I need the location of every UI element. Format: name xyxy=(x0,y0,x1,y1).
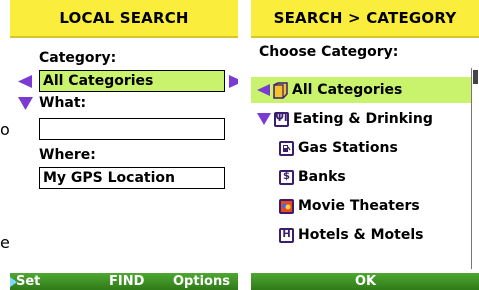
theater-masks-icon xyxy=(279,198,294,214)
search-category-title: SEARCH > CATEGORY xyxy=(251,0,479,38)
softkey-bar: OK xyxy=(251,273,479,290)
list-item-label: Gas Stations xyxy=(298,140,398,156)
scrollbar-thumb[interactable] xyxy=(473,70,478,84)
list-item-label: Movie Theaters xyxy=(298,198,420,214)
softkey-bar: Set FIND Options xyxy=(10,273,238,290)
list-item-all-categories[interactable]: All Categories xyxy=(251,77,471,103)
gas-pump-icon xyxy=(279,140,294,156)
local-search-screen: LOCAL SEARCH Category: All Categories Wh… xyxy=(10,0,238,290)
list-item-banks[interactable]: $ Banks xyxy=(251,164,479,190)
list-item-label: All Categories xyxy=(292,82,403,98)
softkey-set[interactable]: Set xyxy=(16,273,40,290)
arrow-left-icon xyxy=(257,84,270,96)
list-item-eating-drinking[interactable]: ΨI Eating & Drinking xyxy=(251,106,471,132)
softkey-options[interactable]: Options xyxy=(173,273,230,290)
folder-icon xyxy=(273,81,288,99)
where-input[interactable]: My GPS Location xyxy=(39,167,225,189)
utensils-icon: ΨI xyxy=(274,111,289,127)
arrow-down-icon xyxy=(18,97,33,110)
softkey-find[interactable]: FIND xyxy=(109,273,144,290)
softkey-ok[interactable]: OK xyxy=(355,273,376,290)
list-item-hotels-motels[interactable]: H Hotels & Motels xyxy=(251,222,479,248)
side-fragment-e: e xyxy=(0,233,10,252)
category-label: Category: xyxy=(39,50,117,66)
side-fragment-o: o xyxy=(0,120,10,139)
arrow-right-icon[interactable] xyxy=(229,75,238,88)
list-item-label: Hotels & Motels xyxy=(298,227,424,243)
dollar-icon: $ xyxy=(279,169,294,185)
list-item-label: Eating & Drinking xyxy=(293,111,433,127)
search-category-screen: SEARCH > CATEGORY Choose Category: All C… xyxy=(251,0,479,290)
hotel-icon: H xyxy=(279,227,294,243)
scrollbar[interactable] xyxy=(471,68,479,269)
arrow-down-icon xyxy=(257,113,271,125)
choose-category-label: Choose Category: xyxy=(259,44,399,60)
category-selector[interactable]: All Categories xyxy=(39,70,225,92)
list-item-gas-stations[interactable]: Gas Stations xyxy=(251,135,479,161)
what-label: What: xyxy=(39,95,87,111)
list-item-movie-theaters[interactable]: Movie Theaters xyxy=(251,193,479,219)
list-item-label: Banks xyxy=(298,169,346,185)
where-label: Where: xyxy=(39,147,96,163)
local-search-title: LOCAL SEARCH xyxy=(10,0,238,38)
arrow-left-icon[interactable] xyxy=(18,75,33,88)
what-input[interactable] xyxy=(39,118,225,140)
